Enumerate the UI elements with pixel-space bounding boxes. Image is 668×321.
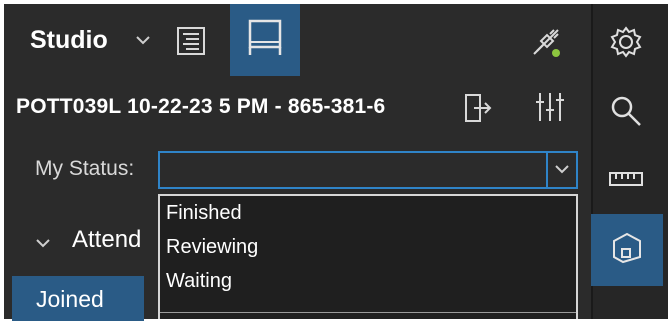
ruler-icon[interactable] [604,157,648,201]
chevron-down-icon [555,161,569,179]
status-option-reviewing[interactable]: Reviewing [160,230,576,264]
document-lines-icon [176,26,206,61]
panel-icon [247,18,283,63]
export-icon[interactable] [462,92,494,129]
shape-tool-button[interactable] [591,214,663,286]
app-title[interactable]: Studio [30,26,108,55]
gear-icon[interactable] [604,20,648,64]
status-option-finished[interactable]: Finished [160,196,576,230]
status-option-waiting[interactable]: Waiting [160,264,576,298]
plug-disconnected-icon[interactable] [528,24,564,65]
tab-joined[interactable]: Joined [12,276,144,321]
shape-icon [610,231,644,270]
chevron-down-icon[interactable] [135,33,151,51]
attendees-section-header[interactable]: Attend [72,226,141,254]
chevron-down-icon[interactable] [35,236,51,254]
document-view-button[interactable] [168,10,214,76]
search-icon[interactable] [604,89,648,133]
status-select[interactable] [158,151,578,189]
file-name: POTT039L 10-22-23 5 PM - 865-381-6 [16,95,386,118]
dropdown-divider [160,312,576,313]
panel-view-button[interactable] [230,4,300,76]
status-dropdown-button[interactable] [546,153,576,187]
status-label: My Status: [35,157,135,180]
status-dropdown-list: Finished Reviewing Waiting [158,194,578,319]
sliders-icon[interactable] [533,90,567,129]
